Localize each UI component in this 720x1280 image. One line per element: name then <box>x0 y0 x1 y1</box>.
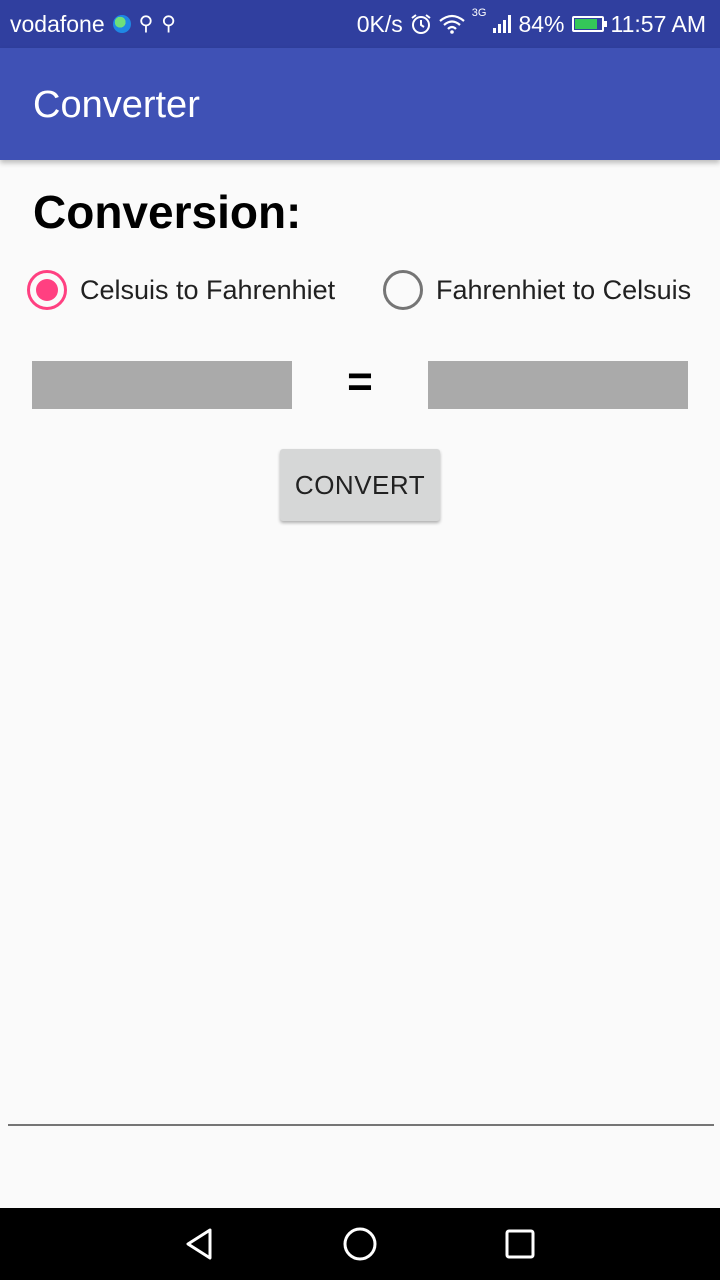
network-type: 3G <box>471 6 487 19</box>
output-temperature-field[interactable] <box>428 361 688 409</box>
radio-checked-icon[interactable] <box>27 270 67 310</box>
status-bar: vodafone ⚲ ⚲ 0K/s 3G 84% 11:57 AM <box>0 0 720 48</box>
status-left: vodafone ⚲ ⚲ <box>10 11 176 38</box>
battery-icon <box>571 16 607 32</box>
recents-icon[interactable] <box>502 1226 538 1262</box>
wifi-icon <box>439 14 465 34</box>
signal-icon <box>493 15 512 33</box>
carrier-name: vodafone <box>10 10 105 37</box>
radio-fahrenheit-to-celsius[interactable]: Fahrenhiet to Celsuis <box>383 268 691 312</box>
convert-button[interactable]: CONVERT <box>280 449 440 521</box>
app-title: Converter <box>33 84 200 126</box>
app-bar: Converter <box>0 48 720 160</box>
radio-label: Fahrenhiet to Celsuis <box>436 274 692 305</box>
battery-percent: 84% <box>518 10 565 37</box>
usb-icon: ⚲ <box>161 13 176 35</box>
radio-celsius-to-fahrenheit[interactable]: Celsuis to Fahrenhiet <box>27 268 335 312</box>
usb-icon: ⚲ <box>138 13 154 35</box>
equals-sign: = <box>347 357 373 406</box>
status-right: 0K/s 3G 84% 11:57 AM <box>356 7 706 38</box>
alarm-icon <box>411 14 431 34</box>
input-temperature-field[interactable] <box>32 361 292 409</box>
divider <box>8 1124 714 1126</box>
clock: 11:57 AM <box>610 10 706 37</box>
net-speed: 0K/s <box>356 10 403 37</box>
radio-unchecked-icon[interactable] <box>383 270 423 310</box>
navigation-bar <box>0 1208 720 1280</box>
radio-label: Celsuis to Fahrenhiet <box>80 274 336 305</box>
home-icon[interactable] <box>342 1226 378 1262</box>
globe-icon <box>112 15 131 33</box>
back-icon[interactable] <box>182 1226 218 1262</box>
page-title: Conversion: <box>33 186 302 238</box>
